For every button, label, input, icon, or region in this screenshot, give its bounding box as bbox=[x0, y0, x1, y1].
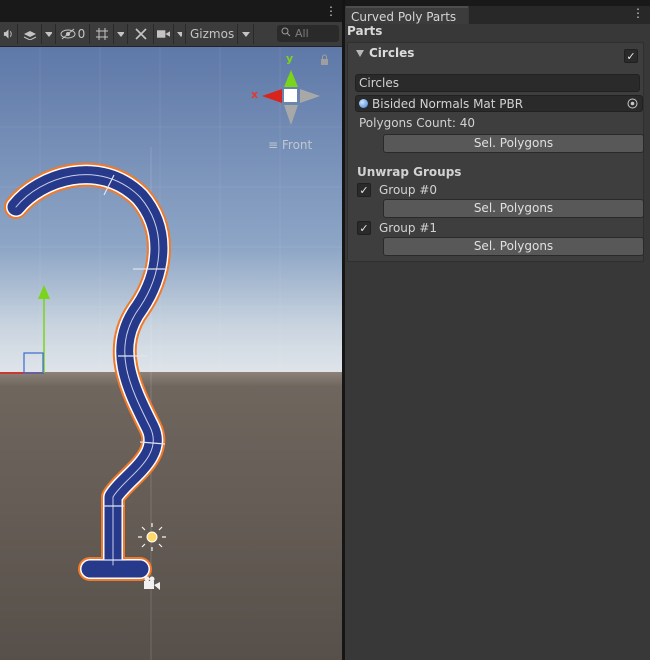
camera-dropdown-icon[interactable] bbox=[174, 24, 186, 44]
grid-dropdown-icon[interactable] bbox=[114, 24, 128, 44]
hidden-count: 0 bbox=[77, 27, 86, 41]
scene-search-input[interactable]: All bbox=[277, 25, 339, 42]
view-orientation-text: Front bbox=[281, 138, 313, 152]
curved-poly-parts-panel: Curved Poly Parts ⋮ Parts Circles ✓ Circ… bbox=[345, 0, 650, 660]
search-icon bbox=[281, 27, 291, 40]
scene-topbar: ⋮ bbox=[0, 0, 342, 22]
effects-toggle-icon[interactable] bbox=[18, 24, 42, 44]
hamburger-icon: ≡ bbox=[268, 138, 279, 152]
material-field[interactable]: Bisided Normals Mat PBR bbox=[355, 95, 643, 112]
part-name-field[interactable]: Circles bbox=[355, 74, 640, 92]
group-0-checkbox[interactable]: ✓ bbox=[357, 183, 371, 197]
hidden-eye-icon bbox=[60, 28, 76, 40]
scene-more-menu-icon[interactable]: ⋮ bbox=[325, 4, 337, 18]
camera-icon[interactable] bbox=[154, 24, 174, 44]
tools-icon[interactable] bbox=[128, 24, 154, 44]
tab-bar bbox=[469, 6, 650, 24]
audio-toggle-icon[interactable] bbox=[0, 24, 18, 44]
object-picker-icon[interactable] bbox=[627, 98, 638, 112]
part-enabled-checkbox[interactable]: ✓ bbox=[624, 49, 638, 63]
gizmo-x-label: x bbox=[251, 88, 259, 101]
grid-toggle-icon[interactable] bbox=[90, 24, 114, 44]
search-placeholder: All bbox=[295, 27, 309, 40]
part-foldout[interactable]: Circles bbox=[356, 46, 414, 60]
gizmos-button[interactable]: Gizmos bbox=[186, 24, 238, 44]
material-icon bbox=[359, 99, 368, 108]
foldout-arrow-icon bbox=[356, 49, 364, 57]
polygons-count: Polygons Count: 40 bbox=[359, 116, 475, 130]
scene-visibility-toggle[interactable]: 0 bbox=[56, 24, 90, 44]
part-title: Circles bbox=[369, 46, 415, 60]
gizmo-y-label: y bbox=[286, 52, 294, 65]
group-1-label: Group #1 bbox=[379, 221, 438, 235]
group-0-sel-polygons-button[interactable]: Sel. Polygons bbox=[383, 199, 644, 218]
lock-icon bbox=[321, 59, 328, 65]
unwrap-groups-title: Unwrap Groups bbox=[357, 165, 462, 179]
scene-viewport[interactable]: y x ≡ Front bbox=[0, 47, 342, 660]
tab-curved-poly-parts[interactable]: Curved Poly Parts bbox=[346, 6, 468, 24]
group-1-checkbox[interactable]: ✓ bbox=[357, 221, 371, 235]
group-1-sel-polygons-button[interactable]: Sel. Polygons bbox=[383, 237, 644, 256]
unwrap-group-row: ✓ Group #1 bbox=[357, 221, 437, 235]
part-box: Circles ✓ Circles Bisided Normals Mat PB… bbox=[347, 42, 644, 262]
sel-polygons-button[interactable]: Sel. Polygons bbox=[383, 134, 644, 153]
effects-dropdown-icon[interactable] bbox=[42, 24, 56, 44]
parts-section-title: Parts bbox=[347, 24, 383, 38]
panel-more-menu-icon[interactable]: ⋮ bbox=[632, 6, 644, 20]
scene-toolbar: 0 Gizmos All bbox=[0, 22, 342, 47]
unwrap-group-row: ✓ Group #0 bbox=[357, 183, 437, 197]
view-orientation-label[interactable]: ≡ Front bbox=[268, 138, 312, 152]
gizmos-dropdown-icon[interactable] bbox=[238, 24, 254, 44]
material-name: Bisided Normals Mat PBR bbox=[372, 96, 524, 111]
group-0-label: Group #0 bbox=[379, 183, 438, 197]
scene-view[interactable]: ⋮ 0 Gizmos All y x ≡ Front bbox=[0, 0, 342, 660]
